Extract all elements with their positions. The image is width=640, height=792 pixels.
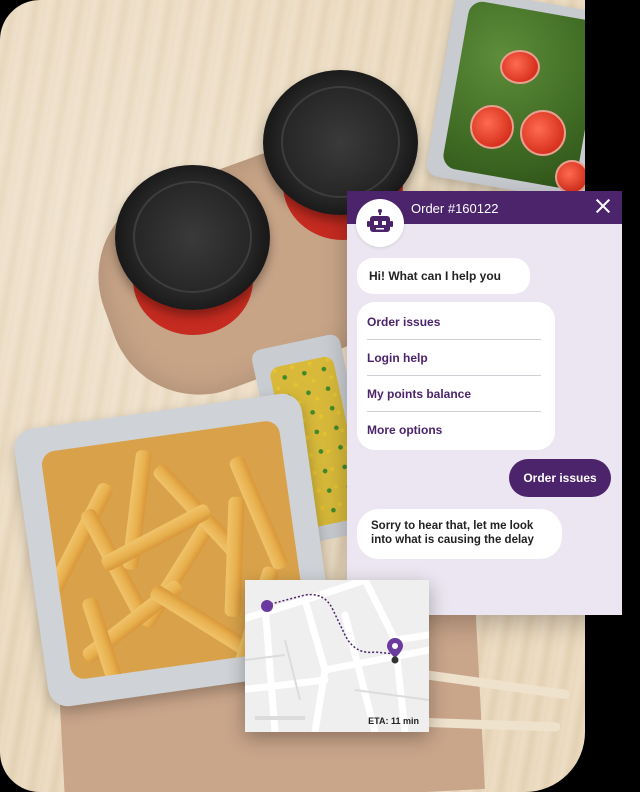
tomato: [520, 110, 566, 156]
tomato: [470, 105, 514, 149]
origin-dot-icon: [261, 600, 273, 612]
cup-lid: [115, 165, 270, 310]
bot-greeting-bubble: Hi! What can I help you with?: [357, 258, 530, 319]
quick-reply-options: Order issues Login help My points balanc…: [357, 302, 555, 450]
eta-label: ETA: 11 min: [368, 716, 419, 726]
user-message-bubble: Order issues: [509, 459, 611, 497]
tomato: [555, 160, 585, 194]
robot-icon: [367, 209, 393, 232]
option-points-balance[interactable]: My points balance: [367, 376, 539, 412]
tomato: [500, 50, 540, 84]
delivery-map-card: ETA: 11 min: [245, 580, 429, 732]
location-pin-icon: [387, 638, 403, 664]
chat-widget: Order #160122 Hi! What can I help you wi…: [347, 191, 622, 615]
chat-title: Order #160122: [411, 201, 499, 216]
bot-reply-bubble: Sorry to hear that, let me look into wha…: [357, 509, 562, 559]
bot-avatar: [356, 199, 404, 247]
option-login-help[interactable]: Login help: [367, 340, 539, 376]
option-order-issues[interactable]: Order issues: [367, 304, 539, 340]
option-more-options[interactable]: More options: [367, 412, 539, 448]
close-icon[interactable]: [594, 197, 612, 215]
